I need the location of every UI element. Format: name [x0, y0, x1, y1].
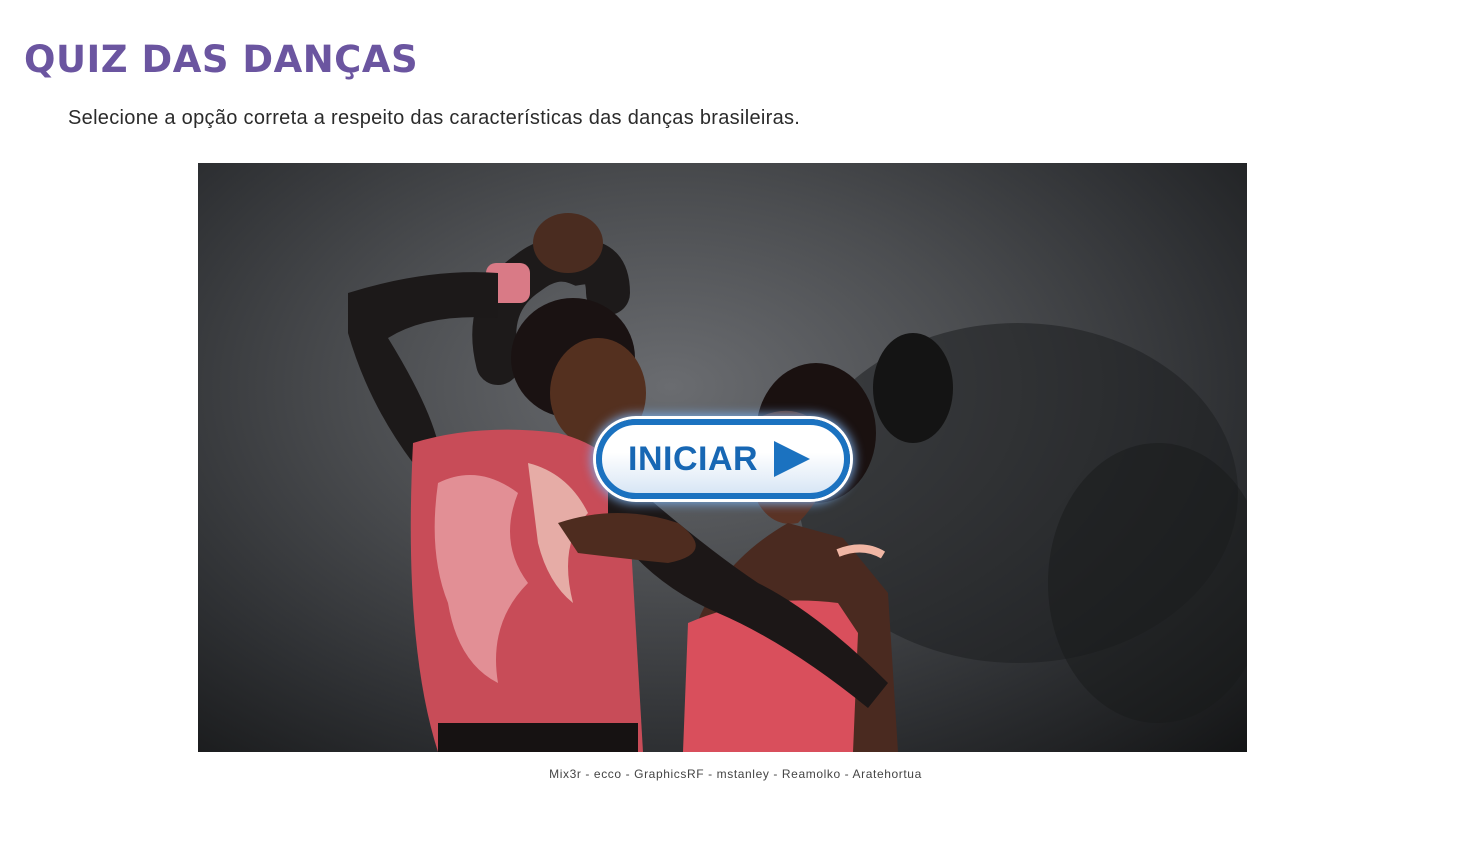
image-credits: Mix3r - ecco - GraphicsRF - mstanley - R… — [549, 767, 922, 781]
page-title: QUIZ DAS DANÇAS — [24, 38, 419, 81]
start-button[interactable]: INICIAR — [596, 419, 850, 499]
play-icon — [774, 441, 811, 477]
quiz-page: QUIZ DAS DANÇAS Selecione a opção corret… — [0, 0, 1460, 850]
quiz-instruction: Selecione a opção correta a respeito das… — [68, 107, 801, 129]
start-button-label: INICIAR — [628, 439, 759, 478]
